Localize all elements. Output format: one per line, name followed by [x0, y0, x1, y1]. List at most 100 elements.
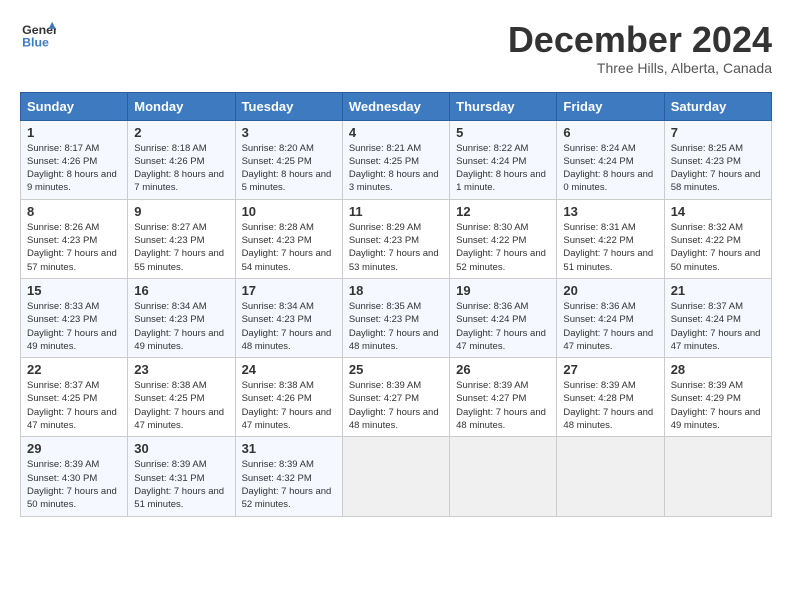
day-number: 26 [456, 362, 550, 377]
day-of-week-header: Thursday [450, 92, 557, 120]
day-detail: Sunrise: 8:25 AM Sunset: 4:23 PM Dayligh… [671, 142, 765, 195]
day-detail: Sunrise: 8:34 AM Sunset: 4:23 PM Dayligh… [242, 300, 336, 353]
calendar-day-cell: 29 Sunrise: 8:39 AM Sunset: 4:30 PM Dayl… [21, 437, 128, 516]
calendar-day-cell: 9 Sunrise: 8:27 AM Sunset: 4:23 PM Dayli… [128, 199, 235, 278]
calendar-day-cell: 25 Sunrise: 8:39 AM Sunset: 4:27 PM Dayl… [342, 358, 449, 437]
page-header: General Blue December 2024 Three Hills, … [20, 20, 772, 76]
day-number: 23 [134, 362, 228, 377]
day-number: 15 [27, 283, 121, 298]
day-number: 5 [456, 125, 550, 140]
day-number: 12 [456, 204, 550, 219]
calendar-day-cell [557, 437, 664, 516]
calendar-day-cell: 23 Sunrise: 8:38 AM Sunset: 4:25 PM Dayl… [128, 358, 235, 437]
calendar-day-cell: 1 Sunrise: 8:17 AM Sunset: 4:26 PM Dayli… [21, 120, 128, 199]
day-number: 18 [349, 283, 443, 298]
day-number: 2 [134, 125, 228, 140]
calendar-day-cell: 17 Sunrise: 8:34 AM Sunset: 4:23 PM Dayl… [235, 278, 342, 357]
day-number: 16 [134, 283, 228, 298]
location: Three Hills, Alberta, Canada [508, 60, 772, 76]
day-detail: Sunrise: 8:39 AM Sunset: 4:27 PM Dayligh… [349, 379, 443, 432]
day-detail: Sunrise: 8:39 AM Sunset: 4:31 PM Dayligh… [134, 458, 228, 511]
calendar-table: SundayMondayTuesdayWednesdayThursdayFrid… [20, 92, 772, 517]
day-detail: Sunrise: 8:39 AM Sunset: 4:29 PM Dayligh… [671, 379, 765, 432]
day-number: 4 [349, 125, 443, 140]
calendar-day-cell: 4 Sunrise: 8:21 AM Sunset: 4:25 PM Dayli… [342, 120, 449, 199]
day-number: 30 [134, 441, 228, 456]
day-of-week-header: Tuesday [235, 92, 342, 120]
day-number: 20 [563, 283, 657, 298]
calendar-day-cell: 20 Sunrise: 8:36 AM Sunset: 4:24 PM Dayl… [557, 278, 664, 357]
day-number: 11 [349, 204, 443, 219]
calendar-day-cell [450, 437, 557, 516]
day-number: 1 [27, 125, 121, 140]
day-of-week-header: Monday [128, 92, 235, 120]
days-of-week-row: SundayMondayTuesdayWednesdayThursdayFrid… [21, 92, 772, 120]
day-number: 13 [563, 204, 657, 219]
calendar-week-row: 1 Sunrise: 8:17 AM Sunset: 4:26 PM Dayli… [21, 120, 772, 199]
calendar-day-cell [342, 437, 449, 516]
calendar-day-cell: 5 Sunrise: 8:22 AM Sunset: 4:24 PM Dayli… [450, 120, 557, 199]
day-number: 19 [456, 283, 550, 298]
calendar-day-cell: 18 Sunrise: 8:35 AM Sunset: 4:23 PM Dayl… [342, 278, 449, 357]
day-detail: Sunrise: 8:26 AM Sunset: 4:23 PM Dayligh… [27, 221, 121, 274]
calendar-day-cell: 12 Sunrise: 8:30 AM Sunset: 4:22 PM Dayl… [450, 199, 557, 278]
calendar-day-cell: 16 Sunrise: 8:34 AM Sunset: 4:23 PM Dayl… [128, 278, 235, 357]
day-detail: Sunrise: 8:39 AM Sunset: 4:32 PM Dayligh… [242, 458, 336, 511]
day-detail: Sunrise: 8:39 AM Sunset: 4:27 PM Dayligh… [456, 379, 550, 432]
day-detail: Sunrise: 8:37 AM Sunset: 4:24 PM Dayligh… [671, 300, 765, 353]
calendar-day-cell: 28 Sunrise: 8:39 AM Sunset: 4:29 PM Dayl… [664, 358, 771, 437]
day-number: 10 [242, 204, 336, 219]
day-detail: Sunrise: 8:34 AM Sunset: 4:23 PM Dayligh… [134, 300, 228, 353]
calendar-week-row: 22 Sunrise: 8:37 AM Sunset: 4:25 PM Dayl… [21, 358, 772, 437]
day-number: 6 [563, 125, 657, 140]
calendar-day-cell: 6 Sunrise: 8:24 AM Sunset: 4:24 PM Dayli… [557, 120, 664, 199]
day-number: 17 [242, 283, 336, 298]
calendar-day-cell: 31 Sunrise: 8:39 AM Sunset: 4:32 PM Dayl… [235, 437, 342, 516]
title-area: December 2024 Three Hills, Alberta, Cana… [508, 20, 772, 76]
calendar-day-cell: 2 Sunrise: 8:18 AM Sunset: 4:26 PM Dayli… [128, 120, 235, 199]
day-number: 14 [671, 204, 765, 219]
day-detail: Sunrise: 8:36 AM Sunset: 4:24 PM Dayligh… [563, 300, 657, 353]
day-detail: Sunrise: 8:35 AM Sunset: 4:23 PM Dayligh… [349, 300, 443, 353]
day-detail: Sunrise: 8:32 AM Sunset: 4:22 PM Dayligh… [671, 221, 765, 274]
calendar-day-cell: 11 Sunrise: 8:29 AM Sunset: 4:23 PM Dayl… [342, 199, 449, 278]
day-detail: Sunrise: 8:20 AM Sunset: 4:25 PM Dayligh… [242, 142, 336, 195]
day-number: 31 [242, 441, 336, 456]
day-detail: Sunrise: 8:27 AM Sunset: 4:23 PM Dayligh… [134, 221, 228, 274]
day-detail: Sunrise: 8:18 AM Sunset: 4:26 PM Dayligh… [134, 142, 228, 195]
day-detail: Sunrise: 8:17 AM Sunset: 4:26 PM Dayligh… [27, 142, 121, 195]
day-detail: Sunrise: 8:29 AM Sunset: 4:23 PM Dayligh… [349, 221, 443, 274]
calendar-day-cell: 21 Sunrise: 8:37 AM Sunset: 4:24 PM Dayl… [664, 278, 771, 357]
calendar-day-cell: 26 Sunrise: 8:39 AM Sunset: 4:27 PM Dayl… [450, 358, 557, 437]
day-number: 22 [27, 362, 121, 377]
day-of-week-header: Wednesday [342, 92, 449, 120]
day-number: 21 [671, 283, 765, 298]
day-detail: Sunrise: 8:31 AM Sunset: 4:22 PM Dayligh… [563, 221, 657, 274]
svg-text:Blue: Blue [22, 35, 49, 49]
day-detail: Sunrise: 8:22 AM Sunset: 4:24 PM Dayligh… [456, 142, 550, 195]
calendar-day-cell: 22 Sunrise: 8:37 AM Sunset: 4:25 PM Dayl… [21, 358, 128, 437]
day-detail: Sunrise: 8:33 AM Sunset: 4:23 PM Dayligh… [27, 300, 121, 353]
day-detail: Sunrise: 8:21 AM Sunset: 4:25 PM Dayligh… [349, 142, 443, 195]
day-detail: Sunrise: 8:24 AM Sunset: 4:24 PM Dayligh… [563, 142, 657, 195]
calendar-body: 1 Sunrise: 8:17 AM Sunset: 4:26 PM Dayli… [21, 120, 772, 516]
day-number: 3 [242, 125, 336, 140]
calendar-day-cell: 15 Sunrise: 8:33 AM Sunset: 4:23 PM Dayl… [21, 278, 128, 357]
calendar-day-cell: 30 Sunrise: 8:39 AM Sunset: 4:31 PM Dayl… [128, 437, 235, 516]
day-number: 25 [349, 362, 443, 377]
calendar-day-cell: 10 Sunrise: 8:28 AM Sunset: 4:23 PM Dayl… [235, 199, 342, 278]
day-detail: Sunrise: 8:30 AM Sunset: 4:22 PM Dayligh… [456, 221, 550, 274]
day-detail: Sunrise: 8:37 AM Sunset: 4:25 PM Dayligh… [27, 379, 121, 432]
day-number: 29 [27, 441, 121, 456]
day-detail: Sunrise: 8:38 AM Sunset: 4:26 PM Dayligh… [242, 379, 336, 432]
calendar-day-cell: 14 Sunrise: 8:32 AM Sunset: 4:22 PM Dayl… [664, 199, 771, 278]
calendar-week-row: 29 Sunrise: 8:39 AM Sunset: 4:30 PM Dayl… [21, 437, 772, 516]
calendar-day-cell: 8 Sunrise: 8:26 AM Sunset: 4:23 PM Dayli… [21, 199, 128, 278]
calendar-week-row: 8 Sunrise: 8:26 AM Sunset: 4:23 PM Dayli… [21, 199, 772, 278]
calendar-day-cell [664, 437, 771, 516]
day-detail: Sunrise: 8:39 AM Sunset: 4:30 PM Dayligh… [27, 458, 121, 511]
calendar-day-cell: 19 Sunrise: 8:36 AM Sunset: 4:24 PM Dayl… [450, 278, 557, 357]
day-of-week-header: Sunday [21, 92, 128, 120]
day-number: 7 [671, 125, 765, 140]
day-number: 27 [563, 362, 657, 377]
